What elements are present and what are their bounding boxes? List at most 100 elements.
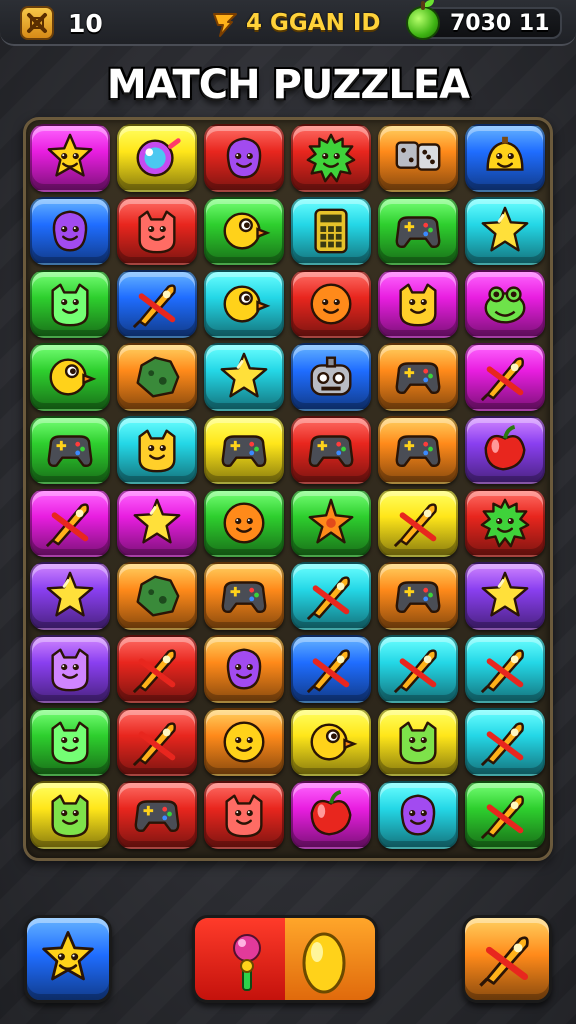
- rocket-icon: [306, 576, 350, 621]
- bird-face-icon: [49, 358, 97, 396]
- tile-r1-c4[interactable]: [291, 124, 371, 192]
- level-icon: [20, 6, 54, 40]
- gamepad-icon: [395, 216, 441, 248]
- tile-r6-c3[interactable]: [204, 489, 284, 557]
- tile-r10-c3[interactable]: [204, 781, 284, 849]
- tile-r1-c5[interactable]: [378, 124, 458, 192]
- tile-r4-c4[interactable]: [291, 343, 371, 411]
- gold-indicator[interactable]: 4 GGAN ID: [210, 4, 380, 42]
- tile-r9-c3[interactable]: [204, 708, 284, 776]
- gamepad-icon: [395, 435, 441, 467]
- tile-r1-c3[interactable]: [204, 124, 284, 192]
- game-title: MATCH PUZZLEA: [106, 62, 470, 108]
- tile-r9-c2[interactable]: [117, 708, 197, 776]
- tile-r1-c6[interactable]: [465, 124, 545, 192]
- tile-r4-c2[interactable]: [117, 343, 197, 411]
- tile-r3-c1[interactable]: [30, 270, 110, 338]
- tile-r6-c5[interactable]: [378, 489, 458, 557]
- tile-r3-c2[interactable]: [117, 270, 197, 338]
- blob-face-icon: [400, 794, 436, 836]
- tile-r8-c4[interactable]: [291, 635, 371, 703]
- tile-r2-c2[interactable]: [117, 197, 197, 265]
- rocket-icon: [132, 722, 176, 767]
- tile-r7-c1[interactable]: [30, 562, 110, 630]
- calculator-icon: [314, 208, 348, 254]
- rocket-icon: [480, 357, 524, 402]
- tile-r3-c5[interactable]: [378, 270, 458, 338]
- tile-r6-c2[interactable]: [117, 489, 197, 557]
- star-icon: [481, 571, 529, 617]
- tile-r10-c2[interactable]: [117, 781, 197, 849]
- apple-icon: [310, 789, 352, 836]
- tile-r6-c1[interactable]: [30, 489, 110, 557]
- gold-icon: [213, 13, 237, 37]
- cat-face-icon: [51, 648, 89, 692]
- tile-r5-c4[interactable]: [291, 416, 371, 484]
- rocket-icon: [480, 722, 524, 767]
- blob-face-icon: [52, 210, 88, 252]
- tile-r10-c4[interactable]: [291, 781, 371, 849]
- tile-r8-c6[interactable]: [465, 635, 545, 703]
- tile-r9-c6[interactable]: [465, 708, 545, 776]
- tile-r9-c1[interactable]: [30, 708, 110, 776]
- tile-r10-c5[interactable]: [378, 781, 458, 849]
- dice-icon: [395, 141, 441, 171]
- tile-r5-c1[interactable]: [30, 416, 110, 484]
- tile-grid: [30, 124, 546, 854]
- tile-r7-c3[interactable]: [204, 562, 284, 630]
- tile-r3-c6[interactable]: [465, 270, 545, 338]
- tile-r10-c6[interactable]: [465, 781, 545, 849]
- tile-r4-c6[interactable]: [465, 343, 545, 411]
- tile-r2-c5[interactable]: [378, 197, 458, 265]
- tile-r6-c4[interactable]: [291, 489, 371, 557]
- score-value: 7030 11: [450, 10, 550, 36]
- tile-r8-c5[interactable]: [378, 635, 458, 703]
- tile-r7-c5[interactable]: [378, 562, 458, 630]
- gold-label: 4 GGAN ID: [246, 10, 381, 36]
- level-indicator[interactable]: 10: [20, 4, 103, 42]
- tile-r4-c3[interactable]: [204, 343, 284, 411]
- tile-r9-c5[interactable]: [378, 708, 458, 776]
- tile-r2-c3[interactable]: [204, 197, 284, 265]
- tile-r2-c6[interactable]: [465, 197, 545, 265]
- tile-r3-c4[interactable]: [291, 270, 371, 338]
- tile-r8-c2[interactable]: [117, 635, 197, 703]
- candy-wand-icon: [233, 934, 261, 991]
- tile-r1-c1[interactable]: [30, 124, 110, 192]
- tile-r8-c1[interactable]: [30, 635, 110, 703]
- tile-r4-c1[interactable]: [30, 343, 110, 411]
- round-face-icon: [223, 721, 265, 763]
- tile-r5-c3[interactable]: [204, 416, 284, 484]
- tile-r3-c3[interactable]: [204, 270, 284, 338]
- rocket-booster-button[interactable]: [462, 915, 552, 1003]
- score-box: 7030 11: [422, 7, 562, 39]
- star-face-icon: [42, 931, 94, 981]
- tile-r2-c1[interactable]: [30, 197, 110, 265]
- bird-face-icon: [223, 212, 271, 250]
- tile-r7-c6[interactable]: [465, 562, 545, 630]
- star-icon: [133, 498, 181, 544]
- rocket-icon: [306, 649, 350, 694]
- tile-r1-c2[interactable]: [117, 124, 197, 192]
- tile-r2-c4[interactable]: [291, 197, 371, 265]
- bird-face-icon: [310, 723, 358, 761]
- tile-r5-c6[interactable]: [465, 416, 545, 484]
- tile-r6-c6[interactable]: [465, 489, 545, 557]
- tile-r7-c4[interactable]: [291, 562, 371, 630]
- cat-face-icon: [225, 794, 263, 838]
- tile-r5-c5[interactable]: [378, 416, 458, 484]
- gamepad-icon: [221, 435, 267, 467]
- tile-r4-c5[interactable]: [378, 343, 458, 411]
- tile-r7-c2[interactable]: [117, 562, 197, 630]
- rock-icon: [136, 575, 180, 617]
- score-indicator[interactable]: 7030 11: [406, 0, 562, 42]
- cat-face-icon: [399, 721, 437, 765]
- rocket-icon: [480, 649, 524, 694]
- tile-r5-c2[interactable]: [117, 416, 197, 484]
- combo-booster-button[interactable]: [192, 915, 378, 1003]
- tile-r10-c1[interactable]: [30, 781, 110, 849]
- star-booster-button[interactable]: [24, 915, 112, 1003]
- spiky-face-icon: [480, 498, 530, 548]
- tile-r9-c4[interactable]: [291, 708, 371, 776]
- tile-r8-c3[interactable]: [204, 635, 284, 703]
